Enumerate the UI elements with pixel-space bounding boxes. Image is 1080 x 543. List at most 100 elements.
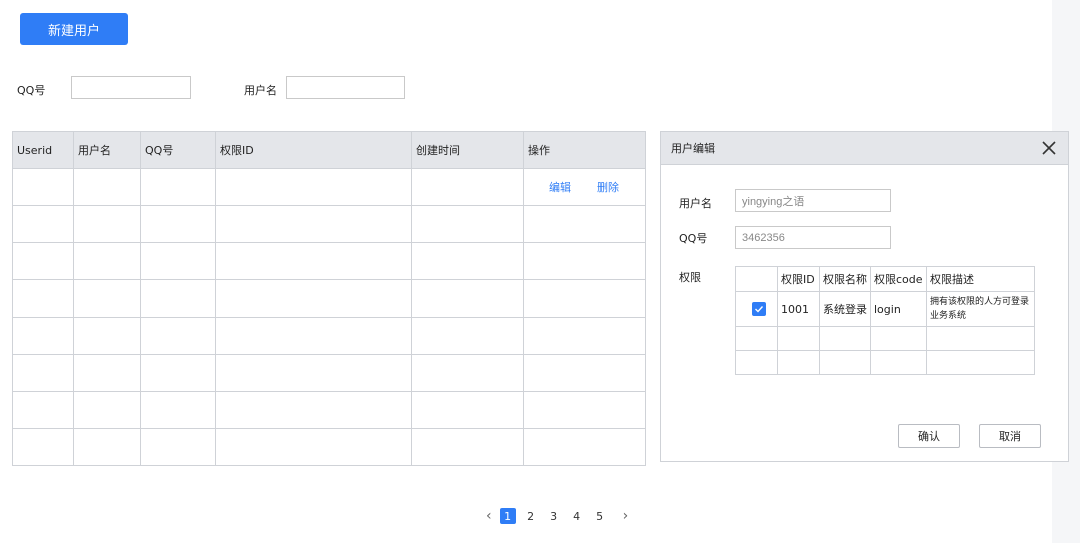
perm-cell bbox=[926, 326, 1035, 351]
perm-cell bbox=[819, 350, 871, 375]
table-cell bbox=[140, 427, 216, 467]
table-cell bbox=[140, 279, 216, 318]
cancel-button[interactable]: 取消 bbox=[979, 424, 1041, 448]
table-cell bbox=[140, 390, 216, 429]
table-cell bbox=[215, 167, 412, 207]
perm-col-select bbox=[735, 266, 778, 292]
table-cell bbox=[140, 167, 216, 207]
page-button-2[interactable]: 2 bbox=[523, 508, 539, 524]
perm-cell bbox=[777, 326, 820, 351]
dialog-username-input[interactable] bbox=[735, 189, 891, 212]
table-row: 编辑 删除 bbox=[12, 167, 646, 207]
page: 新建用户 QQ号 用户名 Userid 用户名 QQ号 权限ID 创建时间 操作 bbox=[0, 0, 1080, 543]
dialog-username-label: 用户名 bbox=[679, 197, 712, 210]
table-cell bbox=[140, 242, 216, 281]
table-cell bbox=[140, 205, 216, 244]
table-cell bbox=[523, 242, 646, 281]
table-cell bbox=[12, 242, 74, 281]
table-cell bbox=[12, 390, 74, 429]
table-row bbox=[12, 279, 646, 318]
table-cell bbox=[523, 205, 646, 244]
table-header-row: Userid 用户名 QQ号 权限ID 创建时间 操作 bbox=[12, 131, 646, 169]
perm-cell bbox=[926, 350, 1035, 375]
users-table: Userid 用户名 QQ号 权限ID 创建时间 操作 编辑 删除 bbox=[12, 131, 646, 467]
new-user-button[interactable]: 新建用户 bbox=[20, 13, 128, 45]
dialog-header: 用户编辑 bbox=[661, 132, 1068, 165]
column-header-actions: 操作 bbox=[523, 131, 646, 169]
column-header-created-time: 创建时间 bbox=[411, 131, 524, 169]
edit-link[interactable]: 编辑 bbox=[549, 179, 571, 195]
table-cell bbox=[140, 316, 216, 355]
perm-cell bbox=[819, 326, 871, 351]
table-cell bbox=[523, 279, 646, 318]
delete-link[interactable]: 删除 bbox=[597, 179, 619, 195]
permission-table: 权限ID 权限名称 权限code 权限描述 1001 系统登录 login 拥有… bbox=[735, 266, 1035, 375]
table-row bbox=[12, 316, 646, 355]
table-row bbox=[12, 242, 646, 281]
username-filter-input[interactable] bbox=[286, 76, 405, 99]
dialog-qq-input[interactable] bbox=[735, 226, 891, 249]
perm-name-cell: 系统登录 bbox=[819, 291, 871, 327]
perm-row bbox=[735, 350, 1035, 375]
perm-id-cell: 1001 bbox=[777, 291, 820, 327]
perm-cell bbox=[870, 350, 927, 375]
table-cell bbox=[411, 279, 524, 318]
perm-select-cell bbox=[735, 291, 778, 327]
column-header-qq: QQ号 bbox=[140, 131, 216, 169]
column-header-userid: Userid bbox=[12, 131, 74, 169]
table-cell bbox=[73, 205, 141, 244]
page-button-5[interactable]: 5 bbox=[592, 508, 608, 524]
dialog-qq-label: QQ号 bbox=[679, 232, 708, 245]
table-cell bbox=[73, 242, 141, 281]
table-cell bbox=[215, 279, 412, 318]
username-filter-label: 用户名 bbox=[244, 84, 277, 97]
table-cell bbox=[12, 316, 74, 355]
table-cell bbox=[215, 242, 412, 281]
perm-col-desc: 权限描述 bbox=[926, 266, 1035, 292]
pagination: ‹ 1 2 3 4 5 › bbox=[486, 506, 628, 526]
perm-col-code: 权限code bbox=[870, 266, 927, 292]
table-cell bbox=[411, 427, 524, 467]
check-icon bbox=[755, 305, 764, 313]
table-cell bbox=[12, 167, 74, 207]
table-cell bbox=[411, 316, 524, 355]
close-icon[interactable] bbox=[1040, 139, 1058, 157]
table-cell bbox=[215, 316, 412, 355]
column-header-permission-id: 权限ID bbox=[215, 131, 412, 169]
chevron-right-icon[interactable]: › bbox=[623, 508, 629, 524]
table-cell bbox=[73, 390, 141, 429]
table-cell bbox=[73, 353, 141, 392]
page-button-3[interactable]: 3 bbox=[546, 508, 562, 524]
perm-cell bbox=[735, 350, 778, 375]
dialog-permission-label: 权限 bbox=[679, 271, 701, 284]
table-row bbox=[12, 205, 646, 244]
page-button-4[interactable]: 4 bbox=[569, 508, 585, 524]
perm-col-id: 权限ID bbox=[777, 266, 820, 292]
qq-filter-input[interactable] bbox=[71, 76, 191, 99]
close-icon-glyph bbox=[1042, 141, 1056, 155]
chevron-left-icon[interactable]: ‹ bbox=[486, 508, 492, 524]
table-cell bbox=[73, 279, 141, 318]
table-cell bbox=[523, 316, 646, 355]
column-header-username: 用户名 bbox=[73, 131, 141, 169]
dialog-title: 用户编辑 bbox=[671, 142, 715, 155]
table-cell bbox=[12, 205, 74, 244]
table-cell bbox=[411, 390, 524, 429]
table-cell bbox=[215, 205, 412, 244]
confirm-button[interactable]: 确认 bbox=[898, 424, 960, 448]
perm-row bbox=[735, 326, 1035, 351]
table-cell bbox=[523, 353, 646, 392]
table-row bbox=[12, 353, 646, 392]
page-button-1[interactable]: 1 bbox=[499, 508, 516, 524]
perm-cell bbox=[870, 326, 927, 351]
permission-checkbox[interactable] bbox=[752, 301, 766, 316]
table-cell bbox=[523, 427, 646, 467]
table-cell bbox=[140, 353, 216, 392]
table-cell bbox=[73, 316, 141, 355]
table-cell bbox=[215, 390, 412, 429]
table-cell bbox=[411, 353, 524, 392]
perm-cell bbox=[777, 350, 820, 375]
table-cell bbox=[12, 279, 74, 318]
actions-cell: 编辑 删除 bbox=[523, 167, 646, 207]
perm-col-name: 权限名称 bbox=[819, 266, 871, 292]
